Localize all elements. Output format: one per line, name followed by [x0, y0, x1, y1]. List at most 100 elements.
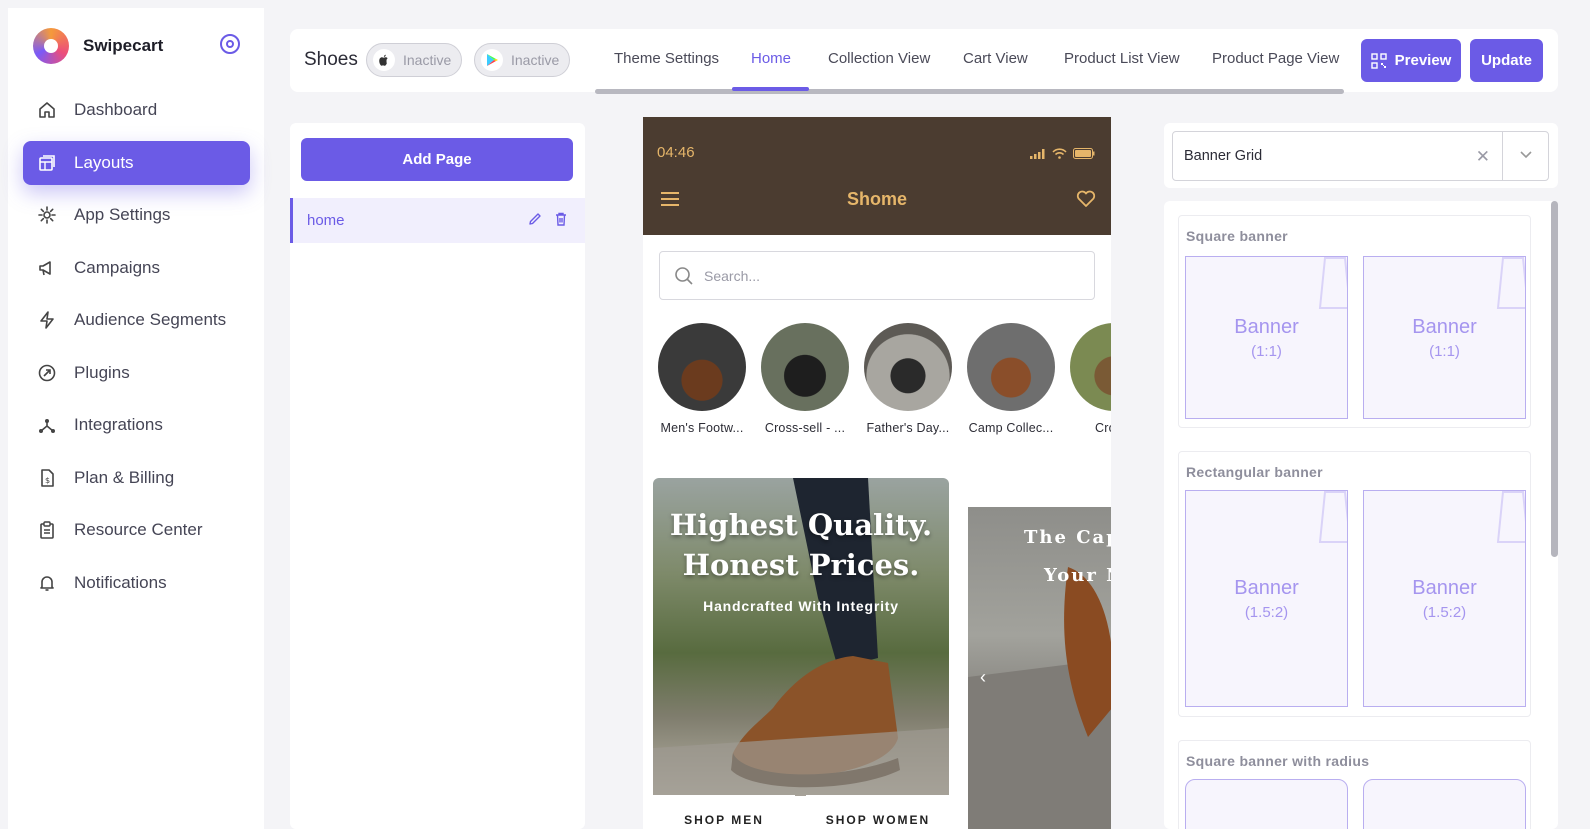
- sidebar-item-campaigns[interactable]: Campaigns: [23, 246, 250, 290]
- brand-name: Swipecart: [83, 36, 164, 55]
- page-name: home: [307, 212, 345, 229]
- sidebar-item-dashboard[interactable]: Dashboard: [23, 88, 250, 132]
- add-page-button[interactable]: Add Page: [301, 138, 573, 181]
- tabs-scrollbar[interactable]: [595, 89, 1344, 94]
- sidebar-item-label: Dashboard: [74, 100, 158, 119]
- sidebar-item-label: Plan & Billing: [74, 467, 175, 487]
- widget-card-square-banner[interactable]: Square banner Banner (1:1) Banner (1:1): [1178, 215, 1531, 428]
- shop-women-button[interactable]: SHOP WOMEN: [806, 795, 950, 829]
- billing-icon: $: [37, 468, 57, 488]
- home-icon: [37, 100, 57, 120]
- active-tab-indicator: [732, 87, 809, 91]
- plugin-icon: [37, 363, 57, 383]
- store-title: Shome: [846, 189, 907, 209]
- banner-placeholder: Banner (1:1): [1363, 256, 1526, 419]
- banner-ratio: (1:1): [1429, 342, 1460, 360]
- category-item[interactable]: Cross-sell - ...: [761, 323, 849, 435]
- category-label: Cross-: [1094, 421, 1111, 435]
- search-placeholder: Search...: [704, 267, 761, 284]
- category-item[interactable]: Cross-: [1070, 323, 1111, 435]
- svg-text:$: $: [45, 476, 50, 485]
- widget-list: Square banner Banner (1:1) Banner (1:1) …: [1164, 201, 1558, 829]
- wifi-icon: [1052, 148, 1067, 159]
- secondary-banner-line2: Your N: [1044, 565, 1111, 586]
- tab-theme-settings[interactable]: Theme Settings: [614, 50, 719, 67]
- phone-preview: 04:46 Shome Search... Men's Footw... Cro…: [643, 117, 1111, 829]
- heart-icon[interactable]: [1076, 190, 1096, 208]
- tab-product-list-view[interactable]: Product List View: [1064, 50, 1180, 67]
- sidebar-item-plan-billing[interactable]: $ Plan & Billing: [23, 456, 250, 500]
- tab-home[interactable]: Home: [751, 50, 791, 67]
- target-icon[interactable]: [220, 34, 240, 54]
- search-input[interactable]: Search...: [659, 251, 1095, 300]
- chevron-down-icon[interactable]: [1518, 146, 1534, 162]
- banner-placeholder: [1185, 779, 1348, 829]
- sidebar-item-integrations[interactable]: Integrations: [23, 403, 250, 447]
- banner-ratio: (1.5:2): [1422, 603, 1467, 621]
- sidebar-item-label: Resource Center: [74, 520, 203, 539]
- banner-placeholder: Banner (1.5:2): [1363, 490, 1526, 707]
- chevron-left-icon[interactable]: ‹: [980, 667, 986, 688]
- hero-banner[interactable]: Highest Quality. Honest Prices. Handcraf…: [653, 478, 949, 796]
- shop-men-button[interactable]: SHOP MEN: [653, 795, 795, 829]
- clipboard-icon: [37, 520, 57, 540]
- qr-code-icon: [1370, 52, 1387, 69]
- sidebar-item-app-settings[interactable]: App Settings: [23, 193, 250, 237]
- android-status-badge[interactable]: Inactive: [474, 43, 571, 77]
- update-button[interactable]: Update: [1470, 39, 1543, 82]
- category-item[interactable]: Father's Day...: [864, 323, 952, 435]
- trash-icon[interactable]: [553, 211, 569, 227]
- tab-product-page-view[interactable]: Product Page View: [1212, 50, 1339, 67]
- tab-collection-view[interactable]: Collection View: [828, 50, 930, 67]
- sidebar-item-label: Audience Segments: [74, 310, 227, 329]
- megaphone-icon: [37, 258, 57, 278]
- page-list-item[interactable]: home: [290, 198, 585, 243]
- clear-icon[interactable]: ✕: [1476, 147, 1490, 167]
- sidebar-item-notifications[interactable]: Notifications: [23, 561, 250, 605]
- shoe-outline-icon: [1318, 491, 1347, 543]
- widget-card-title: Square banner: [1186, 228, 1288, 244]
- sidebar-item-label: App Settings: [74, 205, 171, 224]
- sidebar-item-label: Integrations: [74, 415, 163, 434]
- shoe-outline-icon: [1496, 257, 1525, 309]
- bell-icon: [37, 573, 57, 593]
- secondary-banner[interactable]: The Cap Your N ‹: [968, 507, 1111, 829]
- hero-headline: Highest Quality. Honest Prices.: [653, 505, 949, 585]
- android-status-label: Inactive: [511, 52, 560, 68]
- widget-card-square-banner-radius[interactable]: Square banner with radius: [1178, 740, 1531, 829]
- ios-status-label: Inactive: [403, 52, 452, 68]
- banner-label: Banner: [1234, 315, 1299, 338]
- pages-panel: Add Page home: [290, 123, 585, 829]
- hero-headline-line2: Honest Prices.: [682, 548, 920, 582]
- widget-card-title: Square banner with radius: [1186, 753, 1370, 769]
- sidebar-item-layouts[interactable]: Layouts: [23, 140, 250, 185]
- widget-card-title: Rectangular banner: [1186, 464, 1323, 480]
- sidebar-item-plugins[interactable]: Plugins: [23, 351, 250, 395]
- widget-type-select[interactable]: Banner Grid ✕: [1172, 131, 1549, 181]
- select-divider: [1502, 132, 1503, 180]
- tab-cart-view[interactable]: Cart View: [963, 50, 1028, 67]
- category-item[interactable]: Men's Footw...: [658, 323, 746, 435]
- sidebar-item-audience-segments[interactable]: Audience Segments: [23, 298, 250, 342]
- shoe-outline-icon: [1496, 491, 1525, 543]
- signal-icon: [1030, 148, 1045, 159]
- sidebar-item-resource-center[interactable]: Resource Center: [23, 508, 250, 552]
- ios-status-badge[interactable]: Inactive: [366, 43, 463, 77]
- category-label: Men's Footw...: [660, 421, 744, 435]
- banner-placeholder: Banner (1.5:2): [1185, 490, 1348, 707]
- secondary-banner-line1: The Cap: [1024, 527, 1111, 548]
- widget-card-rectangular-banner[interactable]: Rectangular banner Banner (1.5:2) Banner…: [1178, 451, 1531, 717]
- category-label: Father's Day...: [866, 421, 950, 435]
- battery-icon: [1073, 148, 1095, 159]
- google-play-icon: [481, 49, 503, 71]
- category-image: [658, 323, 746, 411]
- brand[interactable]: Swipecart: [33, 28, 163, 64]
- preview-button[interactable]: Preview: [1361, 39, 1461, 82]
- category-image: [967, 323, 1055, 411]
- category-item[interactable]: Camp Collec...: [967, 323, 1055, 435]
- phone-time: 04:46: [657, 144, 695, 161]
- top-bar: Shoes Inactive Inactive Theme Settings H…: [290, 29, 1558, 94]
- widget-list-scrollbar[interactable]: [1551, 201, 1558, 557]
- lightning-icon: [37, 310, 57, 330]
- edit-icon[interactable]: [527, 211, 543, 227]
